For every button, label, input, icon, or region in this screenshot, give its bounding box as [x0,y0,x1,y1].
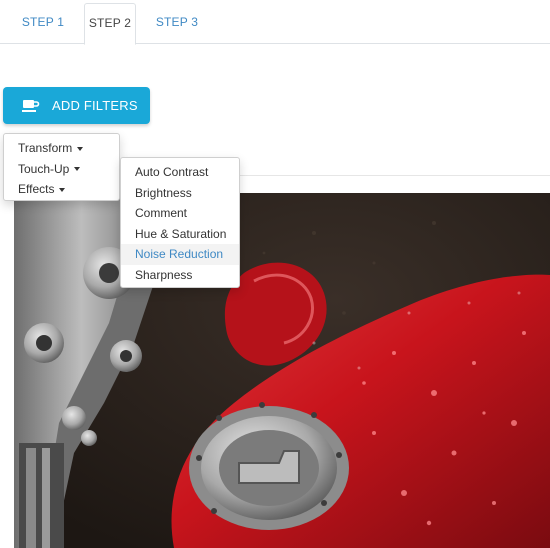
menu-item-label: Touch-Up [18,161,70,176]
step-tabs: STEP 1 STEP 2 STEP 3 [0,0,550,45]
filter-category-menu: Transform Touch-Up Effects [3,133,120,201]
menu-item-transform[interactable]: Transform [4,138,119,159]
divider [225,175,550,176]
add-filters-button[interactable]: ADD FILTERS [3,87,150,124]
menu-item-label: Effects [18,182,55,196]
caret-down-icon [77,146,84,151]
submenu-item-hue-saturation[interactable]: Hue & Saturation [121,224,239,245]
submenu-item-auto-contrast[interactable]: Auto Contrast [121,162,239,183]
caret-down-icon [59,187,66,192]
editor-image [14,193,550,548]
coffee-cup-icon [22,98,40,114]
caret-down-icon [74,167,81,172]
menu-item-touch-up[interactable]: Touch-Up [4,159,119,180]
touch-up-submenu: Auto Contrast Brightness Comment Hue & S… [120,157,240,288]
tab-step-3[interactable]: STEP 3 [148,3,206,42]
submenu-item-brightness[interactable]: Brightness [121,183,239,204]
submenu-item-sharpness[interactable]: Sharpness [121,265,239,286]
tab-step-2[interactable]: STEP 2 [84,3,136,45]
submenu-item-noise-reduction[interactable]: Noise Reduction [121,244,239,265]
add-filters-label: ADD FILTERS [52,98,138,113]
submenu-item-comment[interactable]: Comment [121,203,239,224]
menu-item-label: Transform [18,141,73,155]
tab-step-1[interactable]: STEP 1 [12,3,74,42]
menu-item-effects[interactable]: Effects [4,179,119,200]
